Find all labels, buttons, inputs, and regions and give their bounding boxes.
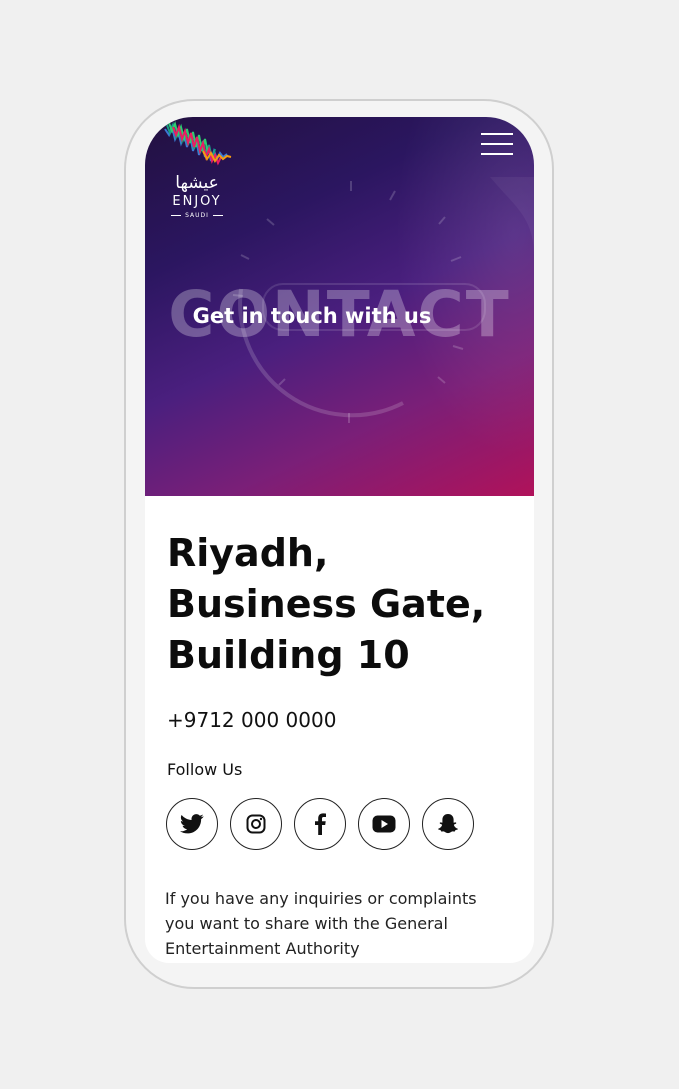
inquiry-text: If you have any inquiries or complaints …	[165, 886, 515, 961]
instagram-button[interactable]	[230, 798, 282, 850]
logo-enjoy-text: ENJOY	[172, 194, 222, 209]
address-line: Riyadh,	[167, 531, 329, 575]
hero-subtitle: Get in touch with us	[192, 304, 432, 328]
inquiry-line: If you have any inquiries or complaints	[165, 889, 477, 908]
phone-screen: عيشها ENJOY SAUDI CONTACT Get in touch w…	[145, 117, 534, 963]
hamburger-menu-icon[interactable]	[481, 131, 513, 157]
inquiry-line: Entertainment Authority	[165, 939, 360, 958]
snapchat-icon	[438, 814, 458, 834]
facebook-button[interactable]	[294, 798, 346, 850]
instagram-icon	[246, 814, 266, 834]
phone-number[interactable]: +9712 000 0000	[167, 707, 336, 733]
inquiry-line: you want to share with the General	[165, 914, 448, 933]
enjoy-saudi-logo[interactable]: عيشها ENJOY SAUDI	[163, 121, 233, 225]
hero-banner: عيشها ENJOY SAUDI CONTACT Get in touch w…	[145, 117, 534, 496]
address-heading: Riyadh, Business Gate, Building 10	[167, 528, 512, 681]
youtube-button[interactable]	[358, 798, 410, 850]
youtube-icon	[372, 815, 396, 833]
logo-saudi-text: SAUDI	[165, 212, 229, 220]
logo-wave-icon	[164, 121, 232, 166]
follow-us-label: Follow Us	[167, 760, 243, 779]
snapchat-button[interactable]	[422, 798, 474, 850]
social-links	[166, 798, 511, 852]
twitter-icon	[180, 814, 204, 834]
logo-arabic-text: عيشها	[175, 173, 219, 193]
facebook-icon	[315, 813, 326, 835]
address-line: Building 10	[167, 633, 410, 677]
address-line: Business Gate,	[167, 582, 486, 626]
logo-saudi-label: SAUDI	[185, 212, 209, 219]
twitter-button[interactable]	[166, 798, 218, 850]
